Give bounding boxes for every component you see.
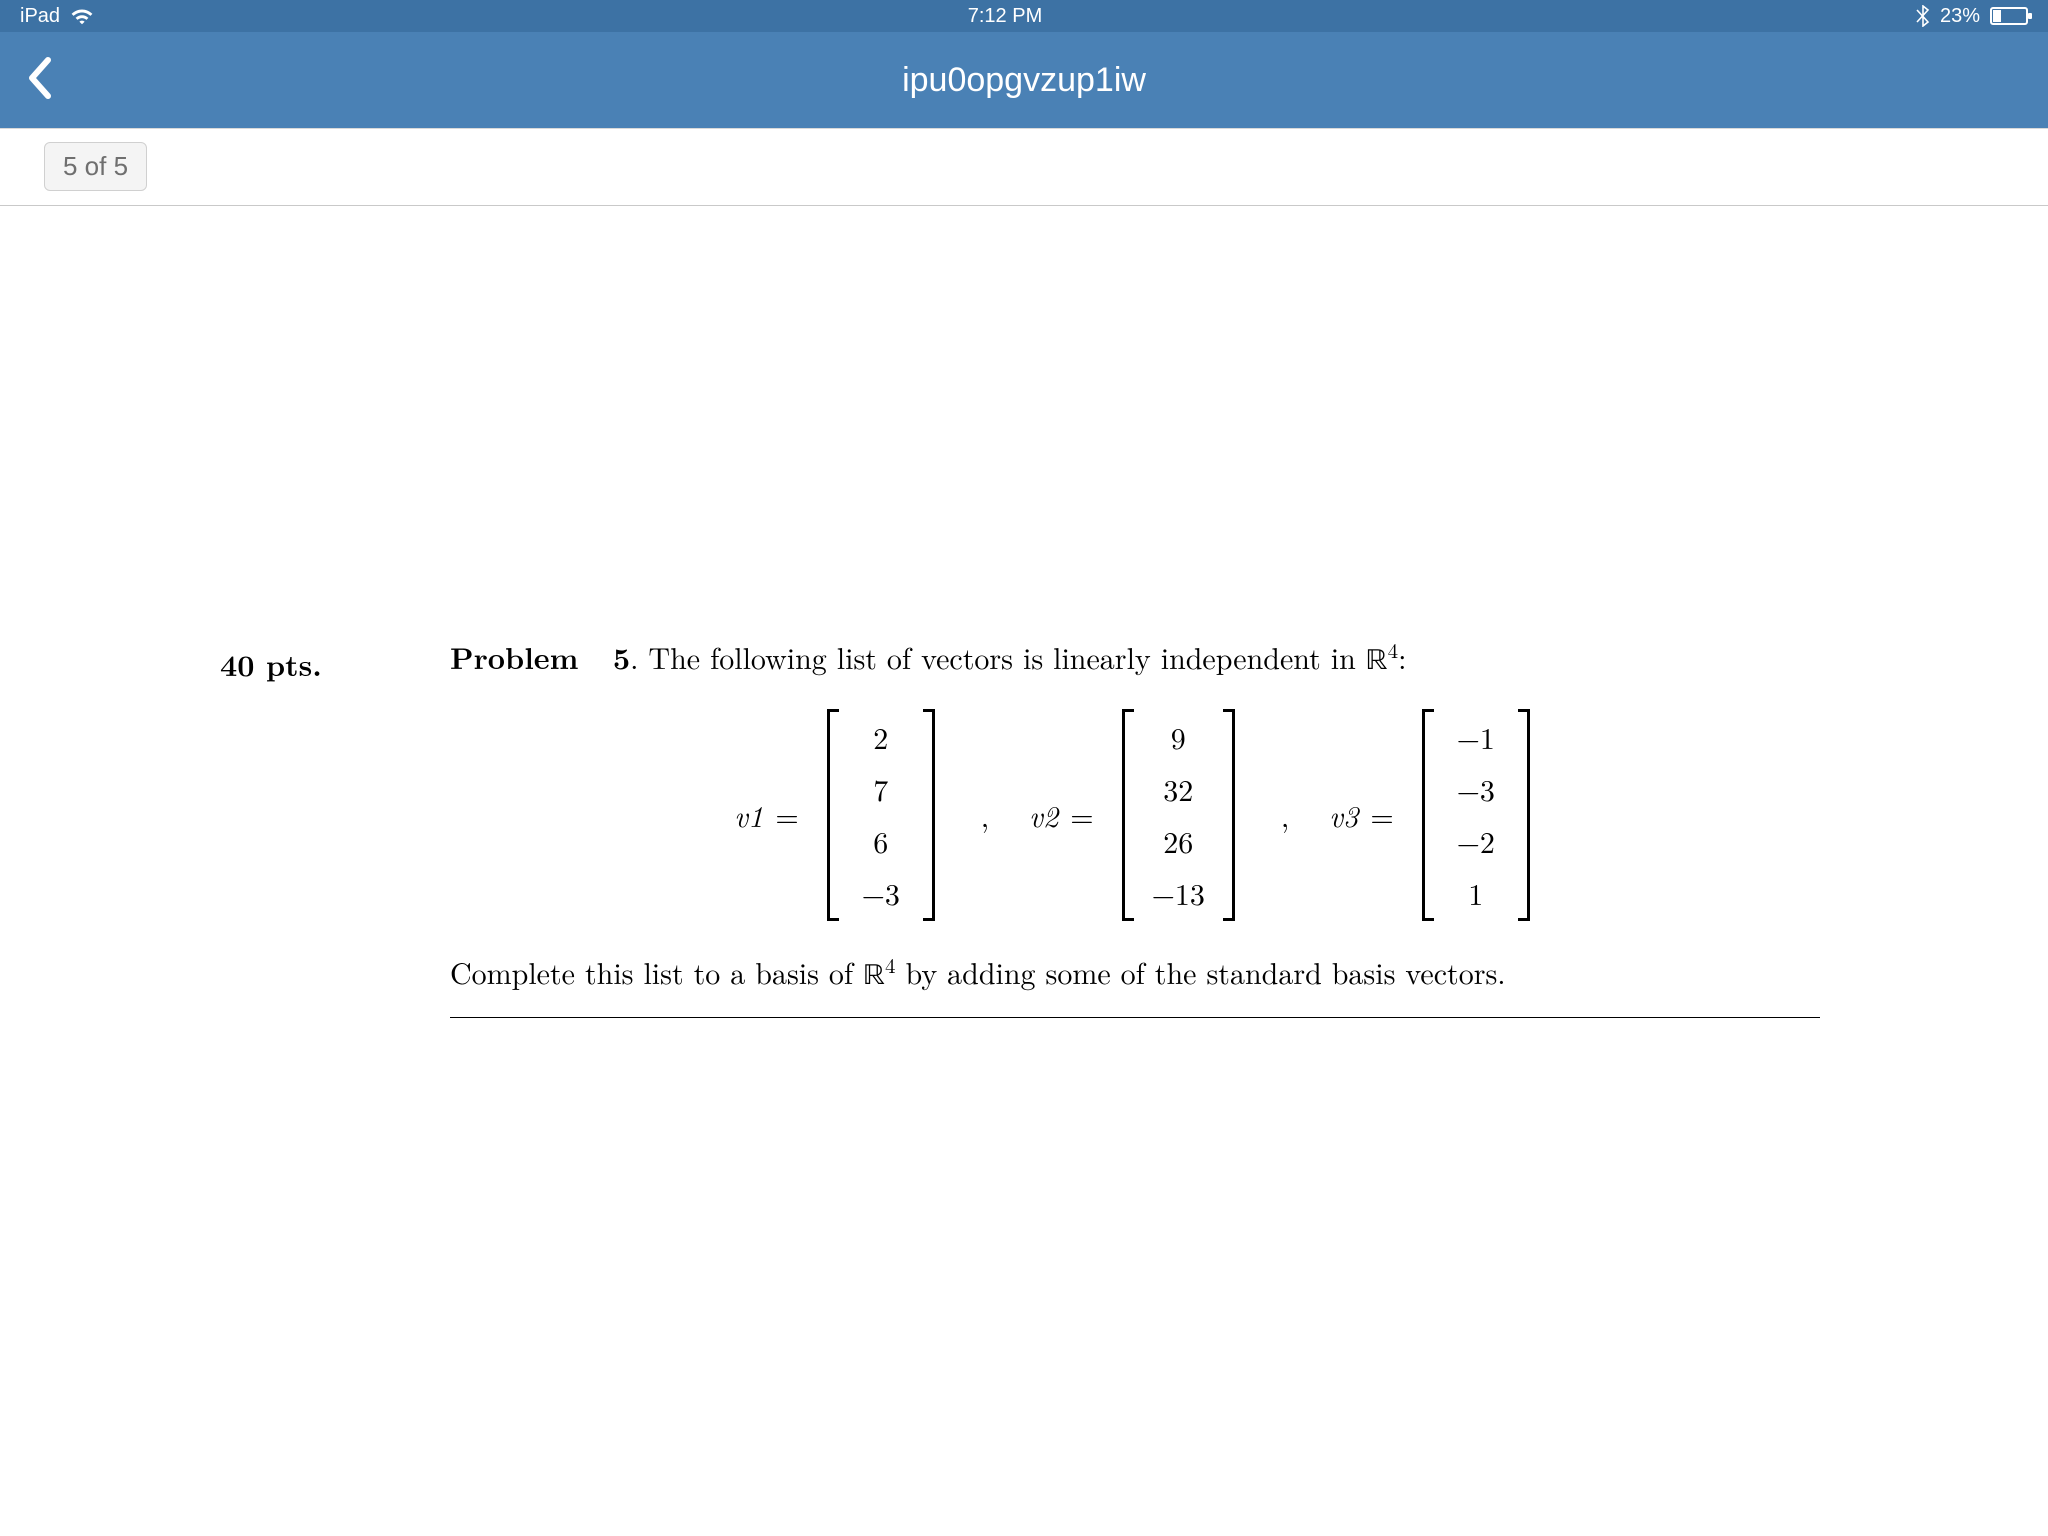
battery-percent: 23% <box>1940 5 1980 28</box>
status-right: 23% <box>1916 5 2028 28</box>
page-counter[interactable]: 5 of 5 <box>44 142 147 191</box>
status-time: 7:12 PM <box>968 5 1042 28</box>
battery-icon <box>1990 7 2028 25</box>
problem-instruction: Complete this list to a basis of ℝ4 by a… <box>450 951 1820 998</box>
vectors-display: v1= 276−3 , v2= <box>450 709 1820 921</box>
status-bar: iPad 7:12 PM 23% <box>0 0 2048 32</box>
nav-bar: ipu0opgvzup1iw <box>0 32 2048 128</box>
vector-v2: 93226−13 <box>1116 709 1241 921</box>
nav-title: ipu0opgvzup1iw <box>0 61 2048 100</box>
back-button[interactable] <box>0 54 82 107</box>
problem-statement: Problem 5. The following list of vectors… <box>450 636 1820 683</box>
device-label: iPad <box>20 5 60 28</box>
status-left: iPad <box>20 5 94 28</box>
bluetooth-icon <box>1916 5 1930 27</box>
counter-strip: 5 of 5 <box>0 128 2048 206</box>
vector-v3: −1−3−21 <box>1416 709 1536 921</box>
divider <box>450 1017 1820 1018</box>
problem-block: 40 pts. Problem 5. The following list of… <box>220 636 1820 1018</box>
wifi-icon <box>70 7 94 25</box>
vector-v1: 276−3 <box>821 709 941 921</box>
points-label: 40 pts. <box>220 636 450 685</box>
document-page[interactable]: 40 pts. Problem 5. The following list of… <box>0 206 2048 1536</box>
